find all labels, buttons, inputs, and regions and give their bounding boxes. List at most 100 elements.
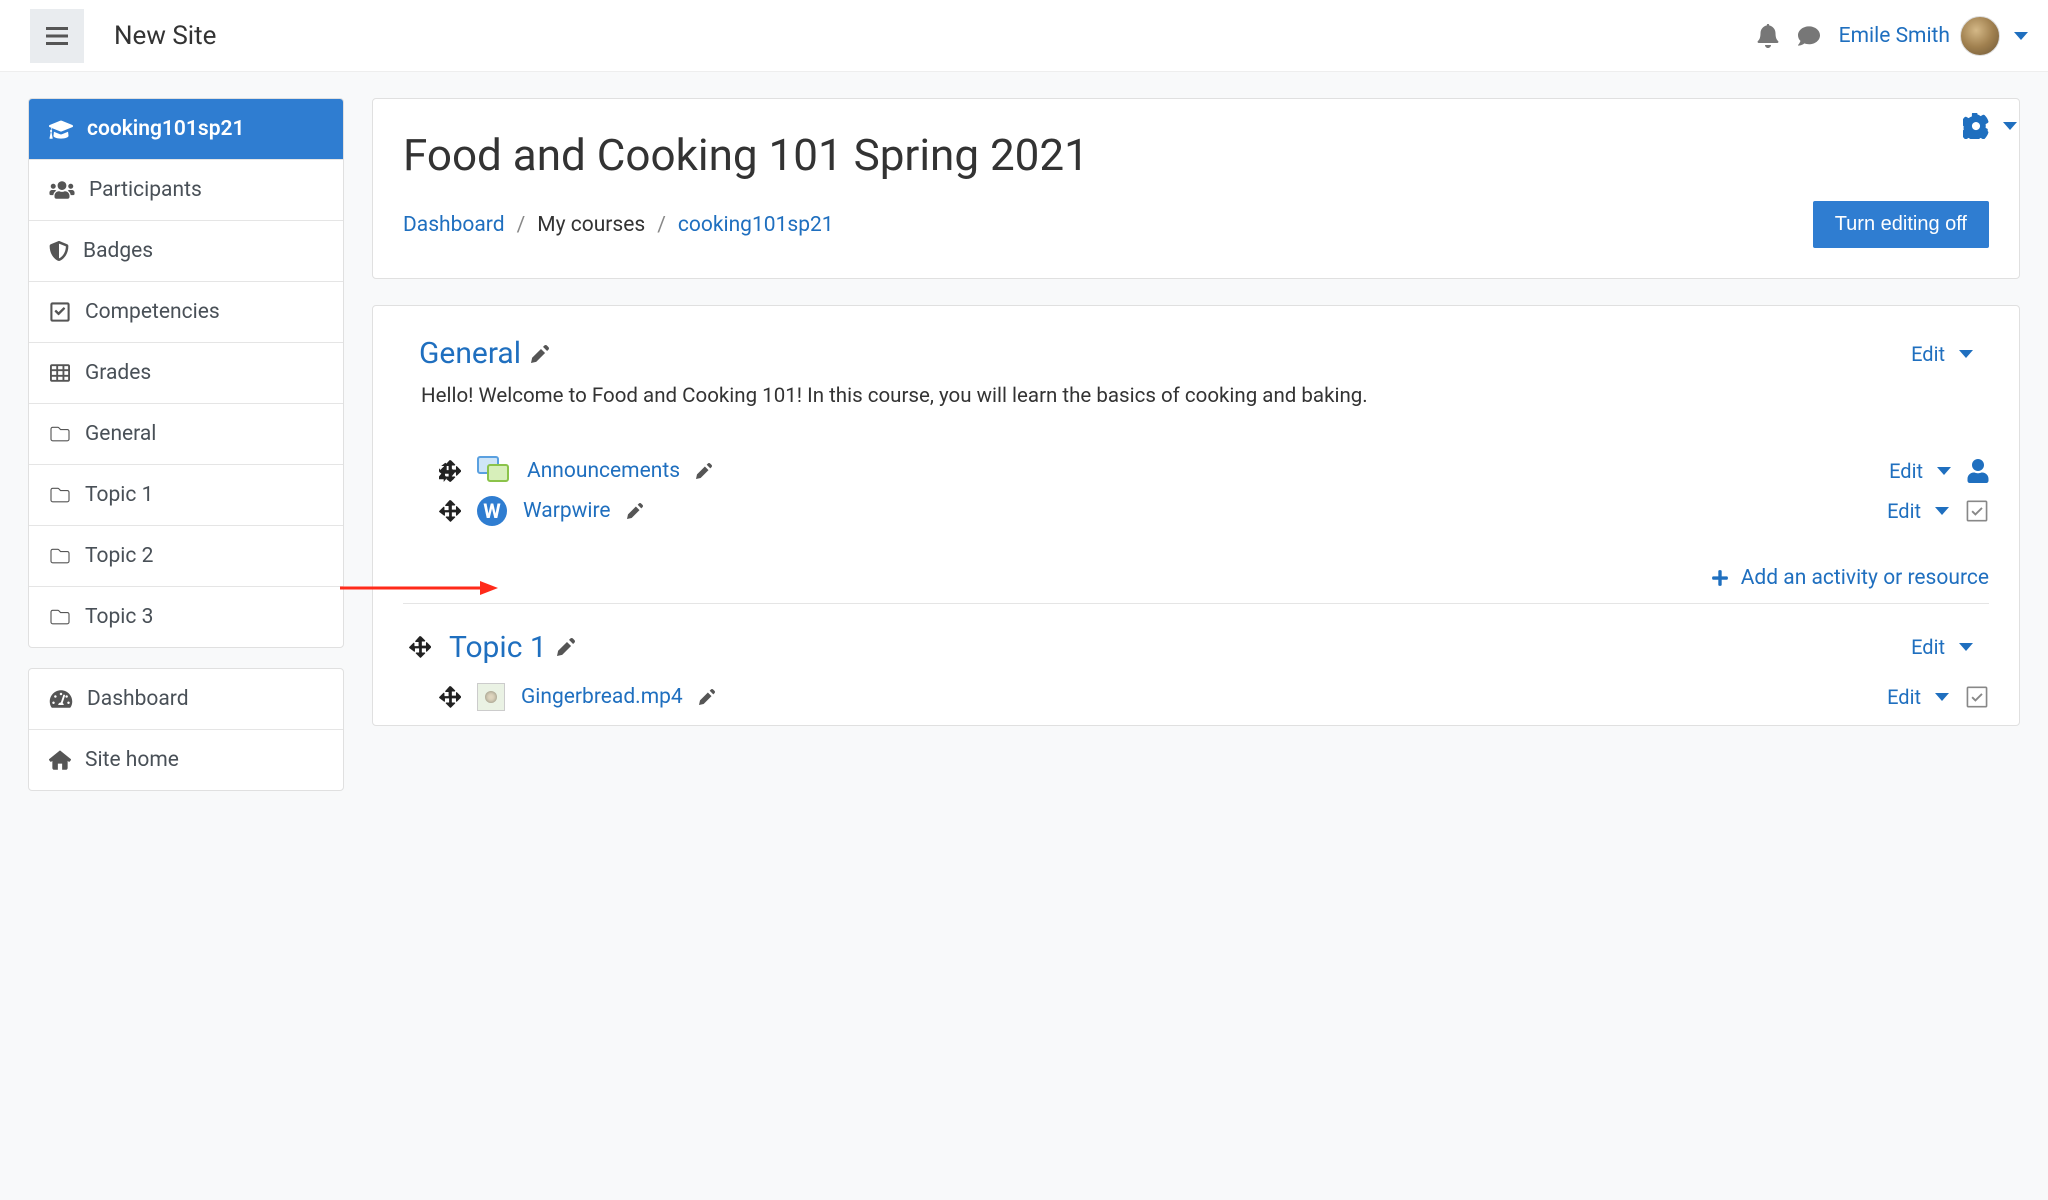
activity-edit-gingerbread[interactable]: Edit (1887, 685, 1949, 709)
users-icon (49, 180, 75, 200)
course-title: Food and Cooking 101 Spring 2021 (403, 129, 1989, 181)
sidebar-item-label: Topic 3 (85, 605, 153, 629)
sidebar-item-participants[interactable]: Participants (29, 160, 343, 221)
folder-icon (49, 486, 71, 504)
move-icon[interactable] (439, 500, 461, 522)
sidebar-item-label: cooking101sp21 (87, 117, 245, 141)
shield-icon (49, 240, 69, 262)
breadcrumb-separator: / (657, 213, 666, 237)
section-topic1-head: Topic 1 Edit (403, 630, 1989, 665)
section-general-title[interactable]: General (419, 336, 521, 371)
course-content-card: General Edit Hello! Welcome to Food and … (372, 305, 2020, 726)
check-square-outline-icon[interactable] (1965, 499, 1989, 523)
activity-warpwire: W Warpwire Edit (403, 492, 1989, 532)
sidebar-item-label: Dashboard (87, 687, 189, 711)
move-icon[interactable] (439, 460, 461, 482)
sidebar-item-label: Competencies (85, 300, 220, 324)
sidebar-item-label: Badges (83, 239, 153, 263)
breadcrumb-separator: / (517, 213, 526, 237)
breadcrumb-dashboard[interactable]: Dashboard (403, 213, 505, 237)
user-icon[interactable] (1967, 459, 1989, 483)
table-icon (49, 363, 71, 383)
breadcrumb-mycourses: My courses (537, 213, 645, 237)
pencil-icon[interactable] (557, 638, 575, 656)
activity-gingerbread: Gingerbread.mp4 Edit (403, 679, 1989, 717)
sidebar-item-course[interactable]: cooking101sp21 (29, 99, 343, 160)
top-header: New Site Emile Smith (0, 0, 2048, 72)
move-icon[interactable] (439, 686, 461, 708)
section-general-head: General Edit (403, 336, 1989, 371)
main-content: Food and Cooking 101 Spring 2021 Dashboa… (372, 72, 2048, 1200)
gear-icon (1963, 113, 1989, 139)
pencil-icon[interactable] (699, 689, 715, 705)
caret-down-icon (1937, 467, 1951, 475)
caret-down-icon (2003, 122, 2017, 130)
section-general-summary: Hello! Welcome to Food and Cooking 101! … (421, 381, 1989, 412)
pencil-icon[interactable] (531, 345, 549, 363)
sidebar-item-badges[interactable]: Badges (29, 221, 343, 282)
hamburger-icon (46, 27, 68, 45)
check-square-icon (49, 301, 71, 323)
sidebar-item-dashboard[interactable]: Dashboard (29, 669, 343, 730)
section-general-edit[interactable]: Edit (1911, 342, 1973, 366)
breadcrumb-course[interactable]: cooking101sp21 (678, 213, 834, 237)
course-header-card: Food and Cooking 101 Spring 2021 Dashboa… (372, 98, 2020, 279)
messages-button[interactable] (1797, 25, 1821, 47)
sidebar-item-general[interactable]: General (29, 404, 343, 465)
warpwire-icon: W (477, 496, 507, 526)
sidebar-item-grades[interactable]: Grades (29, 343, 343, 404)
move-icon[interactable] (409, 636, 431, 658)
sidebar-item-label: General (85, 422, 156, 446)
caret-down-icon (1959, 643, 1973, 651)
caret-down-icon (1935, 507, 1949, 515)
caret-down-icon (1959, 350, 1973, 358)
notifications-button[interactable] (1757, 24, 1779, 48)
breadcrumb: Dashboard / My courses / cooking101sp21 … (403, 201, 1989, 248)
folder-icon (49, 547, 71, 565)
folder-icon (49, 425, 71, 443)
pencil-icon[interactable] (696, 463, 712, 479)
activity-announcements: Announcements Edit (403, 452, 1989, 492)
user-avatar[interactable] (1960, 16, 2000, 56)
sidebar-item-label: Topic 1 (85, 483, 153, 507)
site-nav-block: Dashboard Site home (28, 668, 344, 791)
activity-link-warpwire[interactable]: Warpwire (523, 499, 611, 523)
course-settings-button[interactable] (1963, 113, 2017, 139)
tachometer-icon (49, 689, 73, 709)
section-divider (403, 603, 1989, 604)
sidebar-item-label: Grades (85, 361, 151, 385)
sidebar-item-sitehome[interactable]: Site home (29, 730, 343, 790)
check-square-outline-icon[interactable] (1965, 685, 1989, 709)
turn-editing-off-button[interactable]: Turn editing off (1813, 201, 1989, 248)
comment-icon (1797, 25, 1821, 47)
activity-link-gingerbread[interactable]: Gingerbread.mp4 (521, 685, 683, 709)
nav-toggle-button[interactable] (30, 9, 84, 63)
add-activity-button[interactable]: Add an activity or resource (1711, 566, 1989, 590)
forum-icon (477, 456, 511, 486)
sidebar-item-topic3[interactable]: Topic 3 (29, 587, 343, 647)
activity-edit-warpwire[interactable]: Edit (1887, 499, 1949, 523)
user-menu-caret-icon[interactable] (2014, 32, 2028, 40)
sidebar-item-topic1[interactable]: Topic 1 (29, 465, 343, 526)
activity-link-announcements[interactable]: Announcements (527, 459, 680, 483)
sidebar-item-competencies[interactable]: Competencies (29, 282, 343, 343)
activity-edit-announcements[interactable]: Edit (1889, 459, 1951, 483)
course-nav-block: cooking101sp21 Participants Badges Compe… (28, 98, 344, 648)
user-name-link[interactable]: Emile Smith (1839, 24, 1950, 48)
bell-icon (1757, 24, 1779, 48)
graduation-cap-icon (49, 119, 73, 139)
pencil-icon[interactable] (627, 503, 643, 519)
file-thumbnail-icon (477, 683, 505, 711)
sidebar-item-label: Site home (85, 748, 179, 772)
plus-icon (1711, 569, 1729, 587)
home-icon (49, 750, 71, 770)
sidebar: cooking101sp21 Participants Badges Compe… (0, 72, 372, 1200)
site-title[interactable]: New Site (114, 21, 216, 51)
sidebar-item-topic2[interactable]: Topic 2 (29, 526, 343, 587)
caret-down-icon (1935, 693, 1949, 701)
section-topic1-title[interactable]: Topic 1 (449, 630, 547, 665)
sidebar-item-label: Topic 2 (85, 544, 153, 568)
section-topic1-edit[interactable]: Edit (1911, 635, 1973, 659)
folder-icon (49, 608, 71, 626)
sidebar-item-label: Participants (89, 178, 202, 202)
